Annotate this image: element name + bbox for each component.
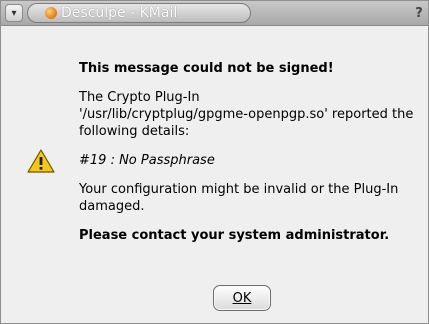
message-content: This message could not be signed! The Cr… bbox=[79, 31, 425, 244]
message-body-2: Your configuration might be invalid or t… bbox=[79, 181, 425, 215]
message-body-line-3: following details: bbox=[79, 124, 190, 139]
help-button[interactable]: ? bbox=[412, 4, 426, 22]
ok-button-label: OK bbox=[232, 290, 252, 306]
ok-button[interactable]: OK bbox=[213, 285, 271, 311]
error-detail: #19 : No Passphrase bbox=[79, 153, 215, 168]
message-heading: This message could not be signed! bbox=[79, 61, 334, 76]
contact-admin-text: Please contact your system administrator… bbox=[79, 228, 390, 243]
kmail-app-icon bbox=[45, 7, 57, 19]
kmail-error-dialog: ▾ Desculpe - KMail ? This message could … bbox=[0, 0, 429, 324]
message-body2-line-1: Your configuration might be invalid or t… bbox=[79, 182, 399, 197]
title-bar[interactable]: ▾ Desculpe - KMail ? bbox=[1, 1, 428, 26]
window-title-tab[interactable]: Desculpe - KMail bbox=[27, 3, 251, 23]
window-menu-button[interactable]: ▾ bbox=[5, 4, 23, 22]
window-title: Desculpe - KMail bbox=[61, 5, 178, 21]
chevron-down-icon: ▾ bbox=[11, 7, 17, 19]
message-body-line-1: The Crypto Plug-In bbox=[79, 90, 200, 105]
message-body2-line-2: damaged. bbox=[79, 199, 145, 214]
message-body-line-2: '/usr/lib/cryptplug/gpgme-openpgp.so' re… bbox=[79, 107, 414, 122]
warning-icon bbox=[27, 149, 55, 173]
message-body: The Crypto Plug-In '/usr/lib/cryptplug/g… bbox=[79, 89, 425, 140]
